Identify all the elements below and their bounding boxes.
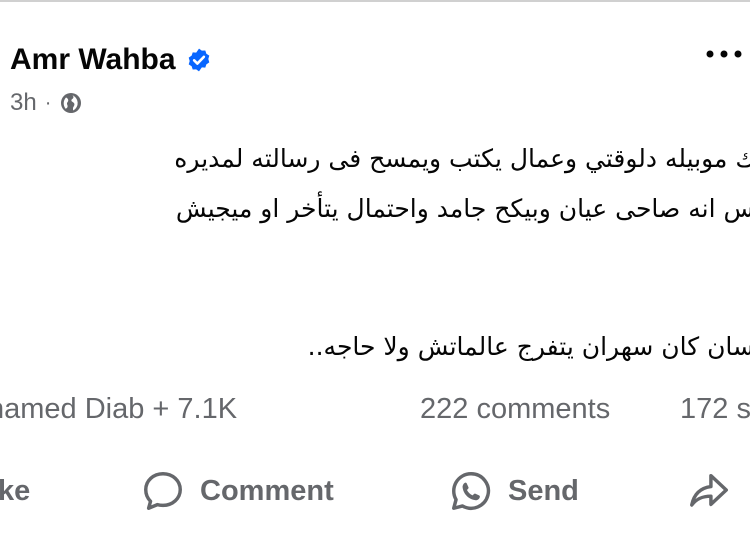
- send-button[interactable]: Send: [448, 458, 579, 524]
- action-bar: ike Comment Send: [0, 458, 750, 524]
- engagement-stats: hamed Diab + 7.1K 222 comments 172 s: [0, 386, 750, 432]
- separator-dot: ·: [44, 91, 52, 114]
- post-header: Amr Wahba: [10, 38, 212, 82]
- comment-button[interactable]: Comment: [140, 458, 334, 524]
- post-line: ك موبيله دلوقتي وعمال يكتب ويمسح فى رسال…: [174, 144, 750, 173]
- reactions-summary[interactable]: hamed Diab + 7.1K: [0, 386, 237, 432]
- comments-count[interactable]: 222 comments: [420, 386, 610, 432]
- verified-badge-icon: [188, 48, 209, 72]
- globe-icon[interactable]: [59, 91, 83, 115]
- send-label: Send: [508, 474, 579, 507]
- post-line: سان كان سهران يتفرج عالماتش ولا حاجه..: [307, 332, 750, 361]
- post-time[interactable]: 3h: [10, 89, 37, 117]
- more-options-icon[interactable]: [704, 46, 744, 62]
- like-label: ike: [0, 474, 31, 507]
- comment-label: Comment: [200, 474, 334, 507]
- post-card: Amr Wahba 3h · ك موبيله دلوقتي وعمال يكت…: [0, 0, 750, 540]
- share-icon: [690, 473, 728, 507]
- comment-icon: [144, 472, 182, 510]
- whatsapp-icon: [452, 472, 491, 510]
- post-meta: 3h ·: [10, 88, 83, 118]
- like-button[interactable]: ike: [0, 458, 30, 524]
- author-name[interactable]: Amr Wahba: [10, 43, 176, 77]
- shares-count[interactable]: 172 s: [680, 386, 750, 432]
- post-line: س انه صاحى عيان وبيكح جامد واحتمال يتأخر…: [175, 194, 750, 223]
- divider: [0, 0, 750, 2]
- share-button[interactable]: [686, 458, 746, 524]
